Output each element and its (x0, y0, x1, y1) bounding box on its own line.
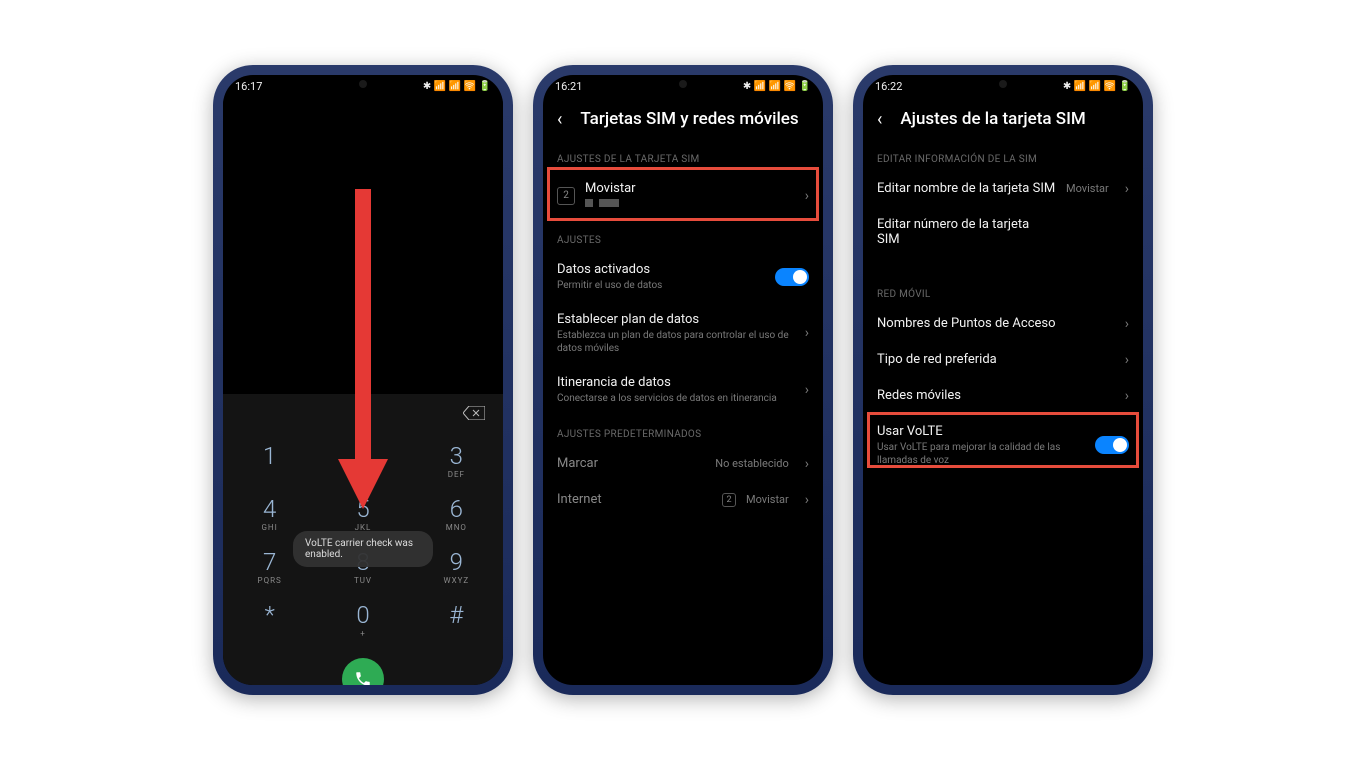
sim-number-masked (585, 198, 795, 211)
section-edit-sim: EDITAR INFORMACIÓN DE LA SIM (863, 140, 1143, 171)
page-header: ‹ Tarjetas SIM y redes móviles (543, 99, 823, 140)
phone-frame-2: 16:21 ✱ 📶 📶 🛜 🔋 ‹ Tarjetas SIM y redes m… (533, 65, 833, 695)
roaming-title: Itinerancia de datos (557, 375, 795, 390)
phone-frame-3: 16:22 ✱ 📶 📶 🛜 🔋 ‹ Ajustes de la tarjeta … (853, 65, 1153, 695)
screen-2: 16:21 ✱ 📶 📶 🛜 🔋 ‹ Tarjetas SIM y redes m… (543, 75, 823, 685)
notch (958, 75, 1048, 93)
sim-name: Movistar (585, 181, 795, 196)
chevron-right-icon: › (805, 456, 809, 472)
status-time: 16:17 (235, 80, 262, 93)
volte-title: Usar VoLTE (877, 424, 1085, 439)
volte-sub: Usar VoLTE para mejorar la calidad de la… (877, 441, 1085, 467)
notch (318, 75, 408, 93)
chevron-right-icon: › (805, 325, 809, 341)
call-bar (223, 646, 503, 685)
chevron-right-icon: › (805, 492, 809, 508)
status-time: 16:21 (555, 80, 582, 93)
key-star[interactable]: * (223, 593, 316, 646)
notch (638, 75, 728, 93)
toast-message: VoLTE carrier check was enabled. (293, 531, 433, 567)
roaming-sub: Conectarse a los servicios de datos en i… (557, 392, 795, 405)
chevron-right-icon: › (1125, 181, 1129, 197)
key-2[interactable]: 2ABC (316, 434, 409, 487)
section-sim: AJUSTES DE LA TARJETA SIM (543, 140, 823, 171)
default-internet-row[interactable]: Internet 2 Movistar › (543, 482, 823, 518)
chevron-right-icon: › (1125, 316, 1129, 332)
apn-title: Nombres de Puntos de Acceso (877, 316, 1115, 331)
roaming-row[interactable]: Itinerancia de datos Conectarse a los se… (543, 365, 823, 415)
data-plan-row[interactable]: Establecer plan de datos Establezca un p… (543, 302, 823, 365)
mobile-networks-row[interactable]: Redes móviles › (863, 378, 1143, 414)
sim-card-row[interactable]: 2 Movistar › (543, 171, 823, 221)
default-internet-value: Movistar (746, 493, 789, 506)
sim-slot-badge: 2 (557, 187, 575, 205)
edit-sim-number-row[interactable]: Editar número de la tarjeta SIM (863, 207, 1143, 257)
key-hash[interactable]: # (410, 593, 503, 646)
backspace-icon[interactable] (463, 406, 485, 423)
default-dial-value: No establecido (715, 457, 789, 470)
volte-toggle[interactable] (1095, 436, 1129, 454)
default-internet-title: Internet (557, 492, 712, 507)
mobile-data-sub: Permitir el uso de datos (557, 279, 765, 292)
back-button[interactable]: ‹ (877, 109, 882, 130)
section-settings: AJUSTES (543, 221, 823, 252)
edit-sim-name-row[interactable]: Editar nombre de la tarjeta SIM Movistar… (863, 171, 1143, 207)
chevron-right-icon: › (1125, 388, 1129, 404)
screen-1: 16:17 ✱ 📶 📶 🛜 🔋 1 2ABC 3DEF 4GHI 5JKL 6M… (223, 75, 503, 685)
status-icons: ✱ 📶 📶 🛜 🔋 (1063, 81, 1131, 92)
phone-frame-1: 16:17 ✱ 📶 📶 🛜 🔋 1 2ABC 3DEF 4GHI 5JKL 6M… (213, 65, 513, 695)
edit-sim-number-title: Editar número de la tarjeta SIM (877, 217, 1037, 247)
chevron-right-icon: › (805, 382, 809, 398)
back-button[interactable]: ‹ (557, 109, 562, 130)
mobile-data-toggle[interactable] (775, 268, 809, 286)
screen-3: 16:22 ✱ 📶 📶 🛜 🔋 ‹ Ajustes de la tarjeta … (863, 75, 1143, 685)
edit-sim-name-title: Editar nombre de la tarjeta SIM (877, 181, 1056, 196)
sim-slot-badge-small: 2 (722, 493, 736, 507)
mobile-networks-title: Redes móviles (877, 388, 1115, 403)
status-icons: ✱ 📶 📶 🛜 🔋 (743, 81, 811, 92)
key-1[interactable]: 1 (223, 434, 316, 487)
default-dial-title: Marcar (557, 456, 705, 471)
edit-sim-name-value: Movistar (1066, 182, 1109, 195)
dialer-content-area (223, 99, 503, 435)
mobile-data-toggle-row[interactable]: Datos activados Permitir el uso de datos (543, 252, 823, 302)
preferred-network-title: Tipo de red preferida (877, 352, 1115, 367)
apn-row[interactable]: Nombres de Puntos de Acceso › (863, 306, 1143, 342)
data-plan-sub: Establezca un plan de datos para control… (557, 329, 795, 355)
chevron-right-icon: › (805, 188, 809, 204)
page-title: Ajustes de la tarjeta SIM (900, 109, 1085, 129)
dial-input-row (223, 394, 503, 434)
phone-icon (354, 670, 372, 685)
status-time: 16:22 (875, 80, 902, 93)
preferred-network-row[interactable]: Tipo de red preferida › (863, 342, 1143, 378)
section-mobile-network: RED MÓVIL (863, 275, 1143, 306)
page-header: ‹ Ajustes de la tarjeta SIM (863, 99, 1143, 140)
chevron-right-icon: › (1125, 352, 1129, 368)
volte-row[interactable]: Usar VoLTE Usar VoLTE para mejorar la ca… (863, 414, 1143, 477)
data-plan-title: Establecer plan de datos (557, 312, 795, 327)
default-dial-row[interactable]: Marcar No establecido › (543, 446, 823, 482)
section-defaults: AJUSTES PREDETERMINADOS (543, 415, 823, 446)
call-button[interactable] (342, 658, 384, 685)
status-icons: ✱ 📶 📶 🛜 🔋 (423, 81, 491, 92)
page-title: Tarjetas SIM y redes móviles (580, 109, 798, 129)
mobile-data-title: Datos activados (557, 262, 765, 277)
key-3[interactable]: 3DEF (410, 434, 503, 487)
key-0[interactable]: 0+ (316, 593, 409, 646)
